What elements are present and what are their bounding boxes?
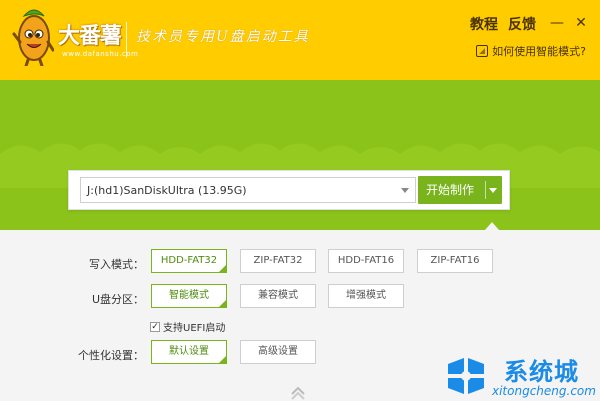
usb-device-value: J:(hd1)SanDiskUltra (13.95G)	[87, 184, 247, 197]
write-mode-zip-fat32[interactable]: ZIP-FAT32	[240, 249, 316, 273]
help-icon	[476, 45, 489, 57]
app-header: 大番薯 www.dafanshu.com 技术员专用U盘启动工具 教程 反馈 —…	[0, 0, 600, 80]
start-button-separator	[485, 181, 486, 199]
partition-compatible-mode[interactable]: 兼容模式	[240, 284, 316, 308]
start-dropdown-chevron-icon[interactable]	[489, 188, 497, 193]
watermark: 系统城 xitongcheng.com	[444, 352, 600, 400]
start-make-button[interactable]: 开始制作	[418, 176, 502, 204]
personalize-advanced[interactable]: 高级设置	[240, 340, 316, 364]
personalize-label: 个性化设置：	[78, 349, 144, 362]
chevron-down-icon[interactable]	[401, 188, 409, 193]
nav-feedback[interactable]: 反馈	[508, 14, 536, 34]
usb-device-select[interactable]: J:(hd1)SanDiskUltra (13.95G)	[80, 177, 416, 203]
partition-enhanced-mode[interactable]: 增强模式	[328, 284, 404, 308]
write-mode-hdd-fat32[interactable]: HDD-FAT32	[151, 249, 227, 273]
uefi-checkbox[interactable]: ✓	[150, 321, 160, 332]
nav-tutorial[interactable]: 教程	[470, 14, 498, 34]
top-nav: 教程 反馈	[470, 14, 536, 34]
smart-mode-help-link[interactable]: 如何使用智能模式?	[476, 43, 586, 59]
close-icon[interactable]: ✕	[574, 16, 588, 30]
slogan: 技术员专用U盘启动工具	[136, 29, 310, 45]
sweet-potato-mascot-icon	[12, 9, 54, 66]
chevron-up-icon[interactable]	[290, 384, 306, 400]
app-logo: 大番薯 www.dafanshu.com	[6, 2, 138, 68]
uefi-option[interactable]: ✓ 支持UEFI启动	[150, 319, 225, 334]
brand-name: 大番薯	[58, 23, 122, 49]
panel-pointer	[485, 222, 499, 230]
partition-label: U盘分区：	[91, 293, 144, 306]
watermark-logo-icon	[448, 358, 484, 394]
write-mode-label: 写入模式：	[89, 258, 144, 271]
write-mode-hdd-fat16[interactable]: HDD-FAT16	[328, 249, 404, 273]
header-divider	[126, 22, 127, 58]
watermark-subtitle: xitongcheng.com	[492, 384, 596, 398]
personalize-default[interactable]: 默认设置	[151, 340, 227, 364]
uefi-label: 支持UEFI启动	[163, 323, 226, 334]
smart-mode-help-label: 如何使用智能模式?	[492, 45, 586, 58]
watermark-title: 系统城	[504, 358, 579, 386]
start-make-label: 开始制作	[426, 183, 475, 197]
minimize-icon[interactable]: —	[550, 16, 564, 30]
write-mode-zip-fat16[interactable]: ZIP-FAT16	[417, 249, 493, 273]
partition-smart-mode[interactable]: 智能模式	[151, 284, 227, 308]
